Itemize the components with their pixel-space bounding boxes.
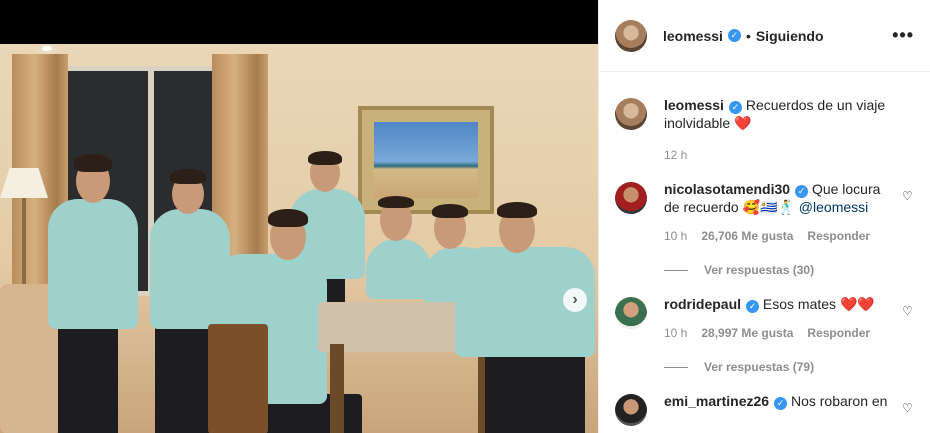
comment-username[interactable]: emi_martinez26 bbox=[664, 393, 769, 409]
follow-button[interactable]: Siguiendo bbox=[756, 28, 824, 44]
comment-username[interactable]: rodridepaul bbox=[664, 296, 741, 312]
comment-text: Esos mates bbox=[762, 296, 837, 312]
photo-chair bbox=[208, 324, 268, 433]
next-photo-button[interactable]: › bbox=[563, 288, 587, 312]
comment-time[interactable]: 10 h bbox=[664, 324, 687, 342]
like-heart-icon[interactable]: ♡ bbox=[902, 190, 914, 202]
view-replies-label: Ver respuestas (30) bbox=[704, 263, 815, 277]
comment-mention[interactable]: @leomessi bbox=[799, 199, 868, 215]
verified-badge-icon: ✓ bbox=[728, 100, 742, 114]
chevron-right-icon: › bbox=[572, 291, 578, 308]
comment-item: emi_martinez26 ✓ Nos robaron en ♡ bbox=[615, 392, 914, 426]
author-avatar[interactable] bbox=[615, 19, 647, 52]
heart-emoji: ❤️ bbox=[734, 115, 752, 131]
header-separator: • bbox=[745, 27, 751, 44]
hearts-emoji: ❤️❤️ bbox=[839, 296, 875, 312]
ceiling-light bbox=[42, 46, 52, 51]
comment-time[interactable]: 10 h bbox=[664, 227, 687, 245]
replies-divider bbox=[664, 269, 688, 271]
author-username[interactable]: leomessi bbox=[663, 28, 723, 44]
post-photo[interactable] bbox=[0, 44, 598, 433]
view-replies-button[interactable]: Ver respuestas (30) bbox=[664, 261, 914, 279]
photo-table-leg bbox=[330, 344, 344, 433]
commenter-avatar[interactable] bbox=[615, 297, 647, 329]
post-time[interactable]: 12 h bbox=[664, 146, 687, 164]
reply-button[interactable]: Responder bbox=[807, 324, 870, 342]
post-media: › bbox=[0, 0, 598, 433]
post-caption: leomessi ✓ Recuerdos de un viaje inolvida… bbox=[615, 96, 914, 164]
view-replies-button[interactable]: Ver respuestas (79) bbox=[664, 358, 914, 376]
comment-likes[interactable]: 26,706 Me gusta bbox=[701, 227, 793, 245]
reply-button[interactable]: Responder bbox=[807, 227, 870, 245]
author-avatar[interactable] bbox=[615, 98, 647, 130]
verified-badge-icon: ✓ bbox=[727, 29, 741, 42]
replies-divider bbox=[664, 366, 688, 368]
comment-item: nicolasotamendi30 ✓ Que locura de recuerd… bbox=[615, 180, 914, 279]
comment-text: Nos robaron en bbox=[790, 393, 888, 409]
view-replies-label: Ver respuestas (79) bbox=[704, 360, 815, 374]
verified-badge-icon: ✓ bbox=[795, 184, 809, 198]
verified-badge-icon: ✓ bbox=[774, 396, 788, 410]
commenter-avatar[interactable] bbox=[615, 394, 647, 426]
like-heart-icon[interactable]: ♡ bbox=[902, 402, 914, 414]
post-header: leomessi ✓ • Siguiendo ••• bbox=[599, 0, 930, 72]
caption-username[interactable]: leomessi bbox=[664, 97, 724, 113]
like-heart-icon[interactable]: ♡ bbox=[902, 305, 914, 317]
photo-painting bbox=[358, 106, 494, 214]
comment-item: rodridepaul ✓ Esos mates ❤️❤️ 10 h 28,997… bbox=[615, 295, 914, 376]
more-options-icon[interactable]: ••• bbox=[892, 25, 914, 46]
comments-list: leomessi ✓ Recuerdos de un viaje inolvida… bbox=[599, 72, 930, 426]
verified-badge-icon: ✓ bbox=[746, 299, 760, 313]
comment-username[interactable]: nicolasotamendi30 bbox=[664, 181, 790, 197]
commenter-avatar[interactable] bbox=[615, 182, 647, 214]
post-sidebar: leomessi ✓ • Siguiendo ••• leomessi ✓ Rec… bbox=[598, 0, 930, 433]
comment-likes[interactable]: 28,997 Me gusta bbox=[701, 324, 793, 342]
